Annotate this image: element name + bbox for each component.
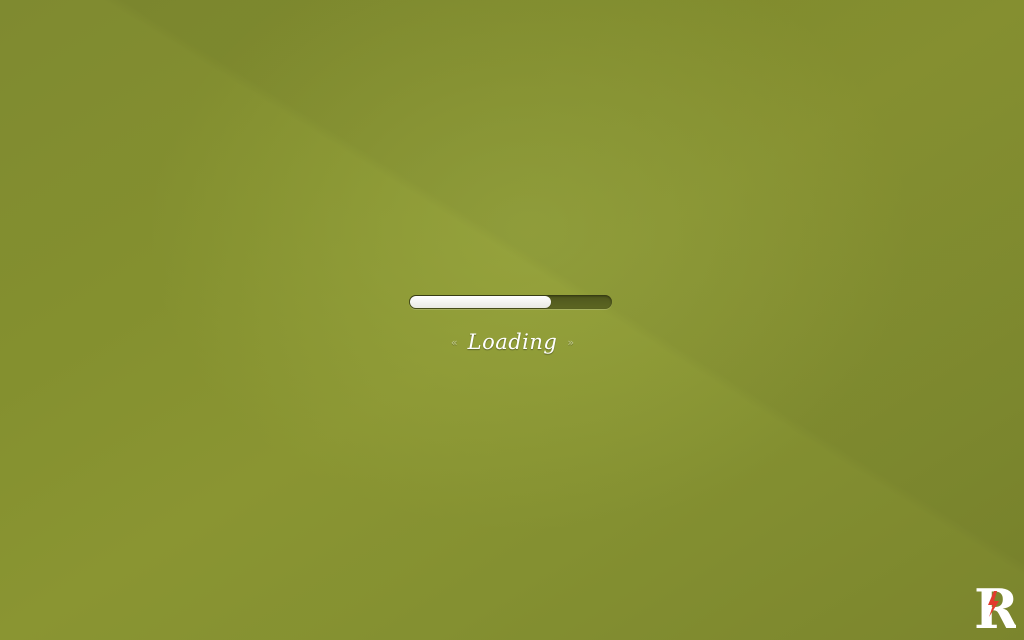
loading-indicator <box>409 295 612 309</box>
progress-track <box>409 295 612 309</box>
loading-label: Loading <box>467 330 558 354</box>
background-shading <box>0 0 1024 640</box>
right-chevron-icon: » <box>567 335 575 349</box>
brand-logo: R <box>974 578 1016 632</box>
left-chevron-icon: « <box>450 335 458 349</box>
progress-fill <box>410 296 551 308</box>
loading-caption: « Loading » <box>440 324 585 360</box>
